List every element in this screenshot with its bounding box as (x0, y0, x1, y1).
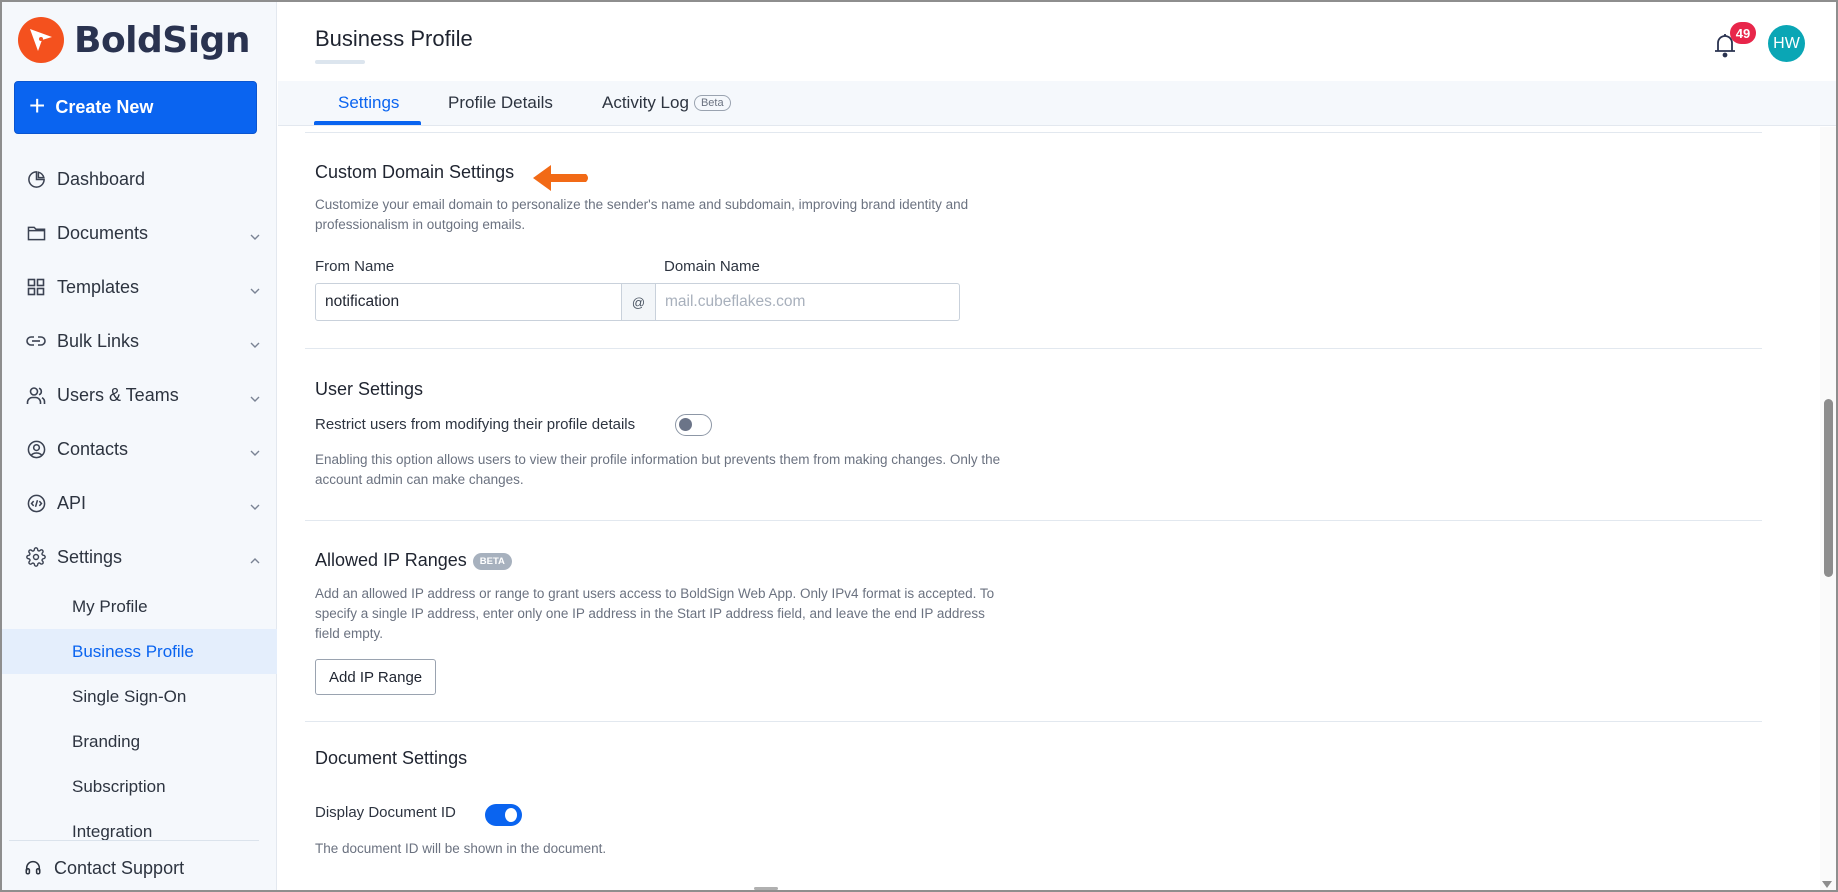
contact-support-label: Contact Support (54, 857, 185, 878)
email-domain-input-group: @ (315, 283, 960, 321)
sidebar-item-templates[interactable]: Templates (2, 260, 277, 314)
chevron-down-icon[interactable] (249, 443, 261, 456)
allowed-ip-description: Add an allowed IP address or range to gr… (315, 586, 995, 641)
sidebar-item-label: API (57, 492, 87, 513)
chevron-down-icon[interactable] (249, 497, 261, 510)
app-window: BoldSign + Create New Dashboard Document… (2, 2, 1836, 890)
custom-domain-title: Custom Domain Settings (315, 162, 515, 182)
section-divider (305, 520, 1762, 521)
notification-count-badge: 49 (1730, 22, 1756, 44)
sidebar-subitem-business-profile[interactable]: Business Profile (2, 629, 277, 674)
sidebar-subitem-branding[interactable]: Branding (2, 719, 277, 764)
user-settings-description: Enabling this option allows users to vie… (315, 452, 1001, 487)
users-icon (26, 385, 46, 405)
sidebar-item-api[interactable]: API (2, 476, 277, 530)
user-settings-title: User Settings (315, 379, 424, 399)
sidebar-item-label: Settings (57, 546, 123, 567)
pie-chart-icon (26, 169, 46, 189)
sidebar-subitem-single-sign-on[interactable]: Single Sign-On (2, 674, 277, 719)
sidebar-item-documents[interactable]: Documents (2, 206, 277, 260)
sidebar-item-label: Contacts (57, 438, 129, 459)
from-name-label: From Name (315, 258, 395, 275)
tab-profile-details[interactable]: Profile Details (448, 81, 553, 125)
from-name-input[interactable] (316, 284, 621, 320)
sidebar: BoldSign + Create New Dashboard Document… (2, 2, 277, 890)
allowed-ip-title-text: Allowed IP Ranges (315, 550, 467, 570)
toggle-knob (679, 418, 692, 431)
contact-support-link[interactable]: Contact Support (24, 851, 184, 885)
scrollbar-thumb[interactable] (1824, 399, 1833, 577)
display-document-id-toggle[interactable] (485, 804, 522, 826)
sidebar-subitem-integration[interactable]: Integration (2, 809, 277, 854)
create-new-label: Create New (55, 97, 154, 117)
main-area: Business Profile 49 HW Settings Profile … (278, 2, 1836, 890)
sidebar-subitem-subscription[interactable]: Subscription (2, 764, 277, 809)
document-id-description: The document ID will be shown in the doc… (315, 841, 607, 856)
restrict-users-label: Restrict users from modifying their prof… (315, 416, 636, 433)
folder-icon (26, 223, 46, 243)
document-settings-title: Document Settings (315, 748, 468, 768)
display-document-id-label: Display Document ID (315, 804, 456, 821)
arrow-pointer-icon (533, 165, 588, 191)
section-divider (305, 348, 1762, 349)
tab-label: Activity Log (602, 93, 689, 112)
chevron-down-icon[interactable] (249, 389, 261, 402)
sidebar-item-users-teams[interactable]: Users & Teams (2, 368, 277, 422)
logo-icon (18, 17, 64, 63)
sidebar-divider (9, 840, 259, 841)
settings-content: Custom Domain Settings Customize your em… (278, 127, 1836, 890)
chevron-down-icon[interactable] (249, 227, 261, 240)
sidebar-item-label: Bulk Links (57, 330, 140, 351)
domain-name-input[interactable] (656, 284, 959, 320)
vertical-scrollbar[interactable] (1820, 127, 1836, 890)
headset-icon (24, 858, 44, 878)
sidebar-item-label: Templates (57, 276, 140, 297)
sidebar-item-bulk-links[interactable]: Bulk Links (2, 314, 277, 368)
sidebar-item-label: Documents (57, 222, 149, 243)
tab-activity-log[interactable]: Activity Log Beta (602, 81, 731, 125)
link-icon (26, 331, 46, 351)
user-avatar[interactable]: HW (1768, 25, 1805, 62)
chevron-up-icon[interactable] (249, 551, 261, 564)
boldsign-logo[interactable]: BoldSign (18, 17, 250, 63)
logo-text: BoldSign (74, 19, 250, 61)
sidebar-item-label: Users & Teams (57, 384, 179, 405)
grid-icon (26, 277, 46, 297)
add-ip-range-button[interactable]: Add IP Range (315, 659, 437, 695)
tab-bar: Settings Profile Details Activity Log Be… (278, 81, 1836, 126)
page-title: Business Profile (315, 26, 473, 51)
allowed-ip-title: Allowed IP Ranges BETA (315, 550, 512, 571)
plus-icon: + (29, 90, 46, 121)
horizontal-scroll-indicator[interactable] (754, 887, 778, 890)
custom-domain-description: Customize your email domain to personali… (315, 197, 969, 232)
contact-icon (26, 439, 46, 459)
beta-badge: BETA (472, 553, 512, 570)
beta-pill: Beta (693, 95, 731, 111)
gear-icon (26, 547, 46, 567)
create-new-button[interactable]: + Create New (14, 81, 257, 134)
sidebar-subitem-my-profile[interactable]: My Profile (2, 584, 277, 629)
chevron-down-icon[interactable] (249, 335, 261, 348)
toggle-knob (505, 808, 517, 822)
section-divider (305, 721, 1762, 722)
sidebar-item-settings[interactable]: Settings (2, 530, 277, 584)
sidebar-nav: Dashboard Documents Templates Bulk Links… (2, 152, 277, 854)
scroll-down-arrow-icon[interactable] (1822, 881, 1832, 888)
tab-settings[interactable]: Settings (313, 81, 423, 125)
title-underline (315, 60, 365, 64)
sidebar-item-dashboard[interactable]: Dashboard (2, 152, 277, 206)
code-icon (26, 493, 46, 513)
sidebar-item-contacts[interactable]: Contacts (2, 422, 277, 476)
sidebar-item-label: Dashboard (57, 168, 146, 189)
domain-name-label: Domain Name (664, 258, 760, 275)
chevron-down-icon[interactable] (249, 281, 261, 294)
at-symbol: @ (621, 284, 656, 320)
section-divider (305, 132, 1762, 133)
restrict-users-toggle[interactable] (675, 414, 712, 436)
